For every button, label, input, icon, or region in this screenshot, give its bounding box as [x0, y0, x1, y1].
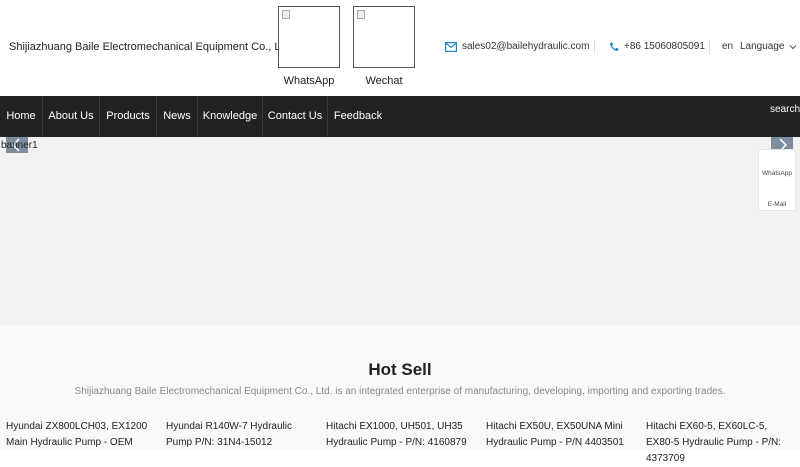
nav-home[interactable]: Home	[0, 96, 43, 137]
chevron-down-icon	[789, 44, 796, 49]
section-title: Hot Sell	[368, 360, 432, 379]
phone-link[interactable]: +86 15060805091	[609, 41, 705, 52]
banner-image-alt: banner1	[1, 140, 38, 151]
product-item[interactable]: Hyundai ZX800LCH03, EX1200 Main Hydrauli…	[6, 419, 156, 451]
product-item[interactable]: Hitachi EX60-5, EX60LC-5, EX80-5 Hydraul…	[646, 419, 796, 467]
side-whatsapp[interactable]: WhatsApp	[759, 170, 795, 177]
main-nav: Home About Us Products News Knowledge Co…	[0, 96, 800, 137]
hot-sell-section: Hot Sell Shijiazhuang Baile Electromecha…	[0, 325, 800, 464]
product-item[interactable]: Hitachi EX1000, UH501, UH35 Hydraulic Pu…	[326, 419, 476, 451]
side-contact-panel: WhatsApp E-Mail	[758, 149, 796, 211]
language-code: en	[722, 41, 734, 52]
nav-about-us[interactable]: About Us	[43, 96, 100, 137]
broken-image-icon	[357, 10, 365, 19]
broken-image-icon	[282, 10, 290, 19]
section-subtitle: Shijiazhuang Baile Electromechanical Equ…	[74, 386, 726, 397]
nav-feedback[interactable]: Feedback	[328, 96, 388, 137]
nav-knowledge[interactable]: Knowledge	[198, 96, 263, 137]
top-header: Shijiazhuang Baile Electromechanical Equ…	[0, 0, 800, 96]
search-button[interactable]: search	[770, 104, 800, 115]
nav-products[interactable]: Products	[100, 96, 157, 137]
divider	[594, 40, 595, 54]
divider	[709, 40, 710, 54]
phone-icon	[610, 42, 619, 51]
company-name[interactable]: Shijiazhuang Baile Electromechanical Equ…	[9, 41, 293, 53]
wechat-qr-label: Wechat	[365, 75, 403, 87]
phone-text: +86 15060805091	[624, 41, 705, 52]
whatsapp-qr-label: WhatsApp	[283, 75, 335, 87]
side-email[interactable]: E-Mail	[759, 201, 795, 208]
banner-slider: banner1 WhatsApp E-Mail	[0, 137, 800, 325]
language-selector[interactable]: Language	[740, 41, 797, 52]
product-item[interactable]: Hitachi EX50U, EX50UNA Mini Hydraulic Pu…	[486, 419, 636, 451]
language-label: Language	[740, 41, 785, 52]
email-link[interactable]: sales02@bailehydraulic.com	[445, 41, 589, 52]
wechat-qr-image	[353, 6, 415, 68]
email-text: sales02@bailehydraulic.com	[462, 41, 590, 52]
product-item[interactable]: Hyundai R140W-7 Hydraulic Pump P/N: 31N4…	[166, 419, 316, 451]
nav-contact-us[interactable]: Contact Us	[263, 96, 328, 137]
whatsapp-qr-image	[278, 6, 340, 68]
email-icon	[445, 41, 457, 52]
nav-news[interactable]: News	[157, 96, 198, 137]
